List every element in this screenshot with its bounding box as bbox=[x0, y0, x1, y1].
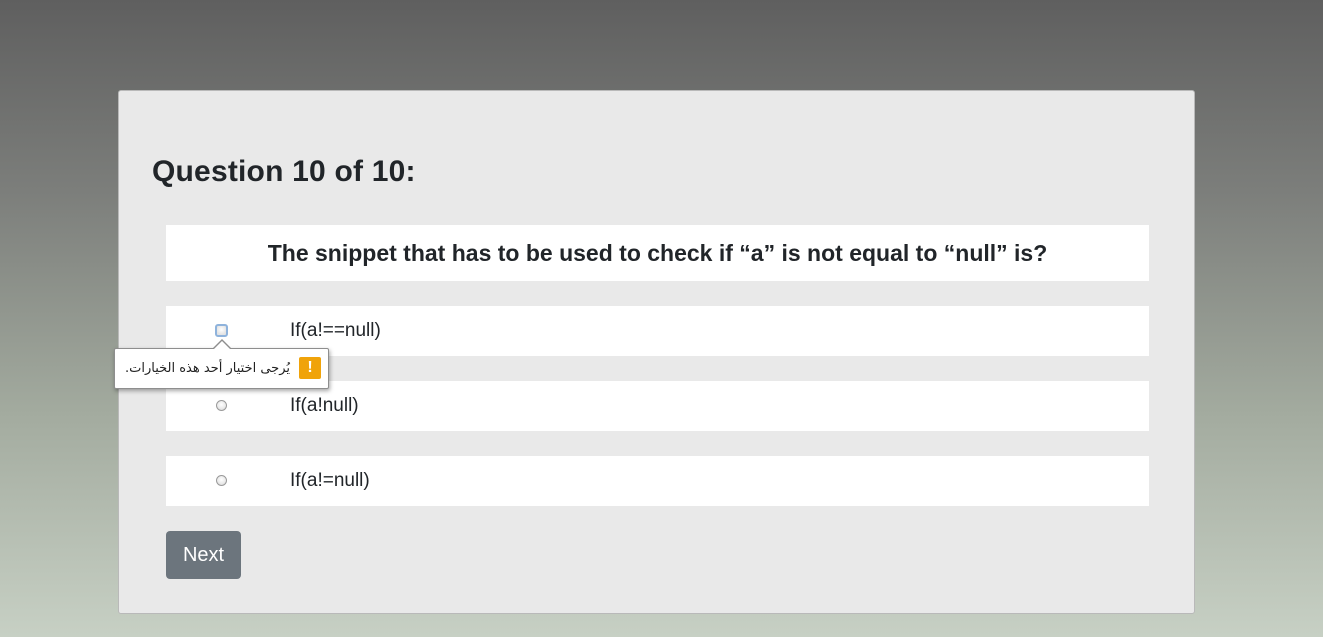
warning-icon: ! bbox=[299, 357, 321, 379]
validation-message: يُرجى اختيار أحد هذه الخيارات. bbox=[125, 361, 290, 376]
option-2-radio[interactable] bbox=[216, 400, 227, 411]
page-title: Question 10 of 10: bbox=[152, 155, 416, 188]
next-button[interactable]: Next bbox=[166, 531, 241, 579]
validation-tooltip: ! يُرجى اختيار أحد هذه الخيارات. bbox=[114, 339, 329, 389]
question-text: The snippet that has to be used to check… bbox=[267, 239, 1048, 266]
option-3-label[interactable]: If(a!=null) bbox=[290, 456, 370, 506]
question-box: The snippet that has to be used to check… bbox=[166, 225, 1149, 281]
option-1-radio[interactable] bbox=[215, 324, 228, 337]
option-3-radio[interactable] bbox=[216, 475, 227, 486]
option-3[interactable]: If(a!=null) bbox=[166, 456, 1149, 506]
